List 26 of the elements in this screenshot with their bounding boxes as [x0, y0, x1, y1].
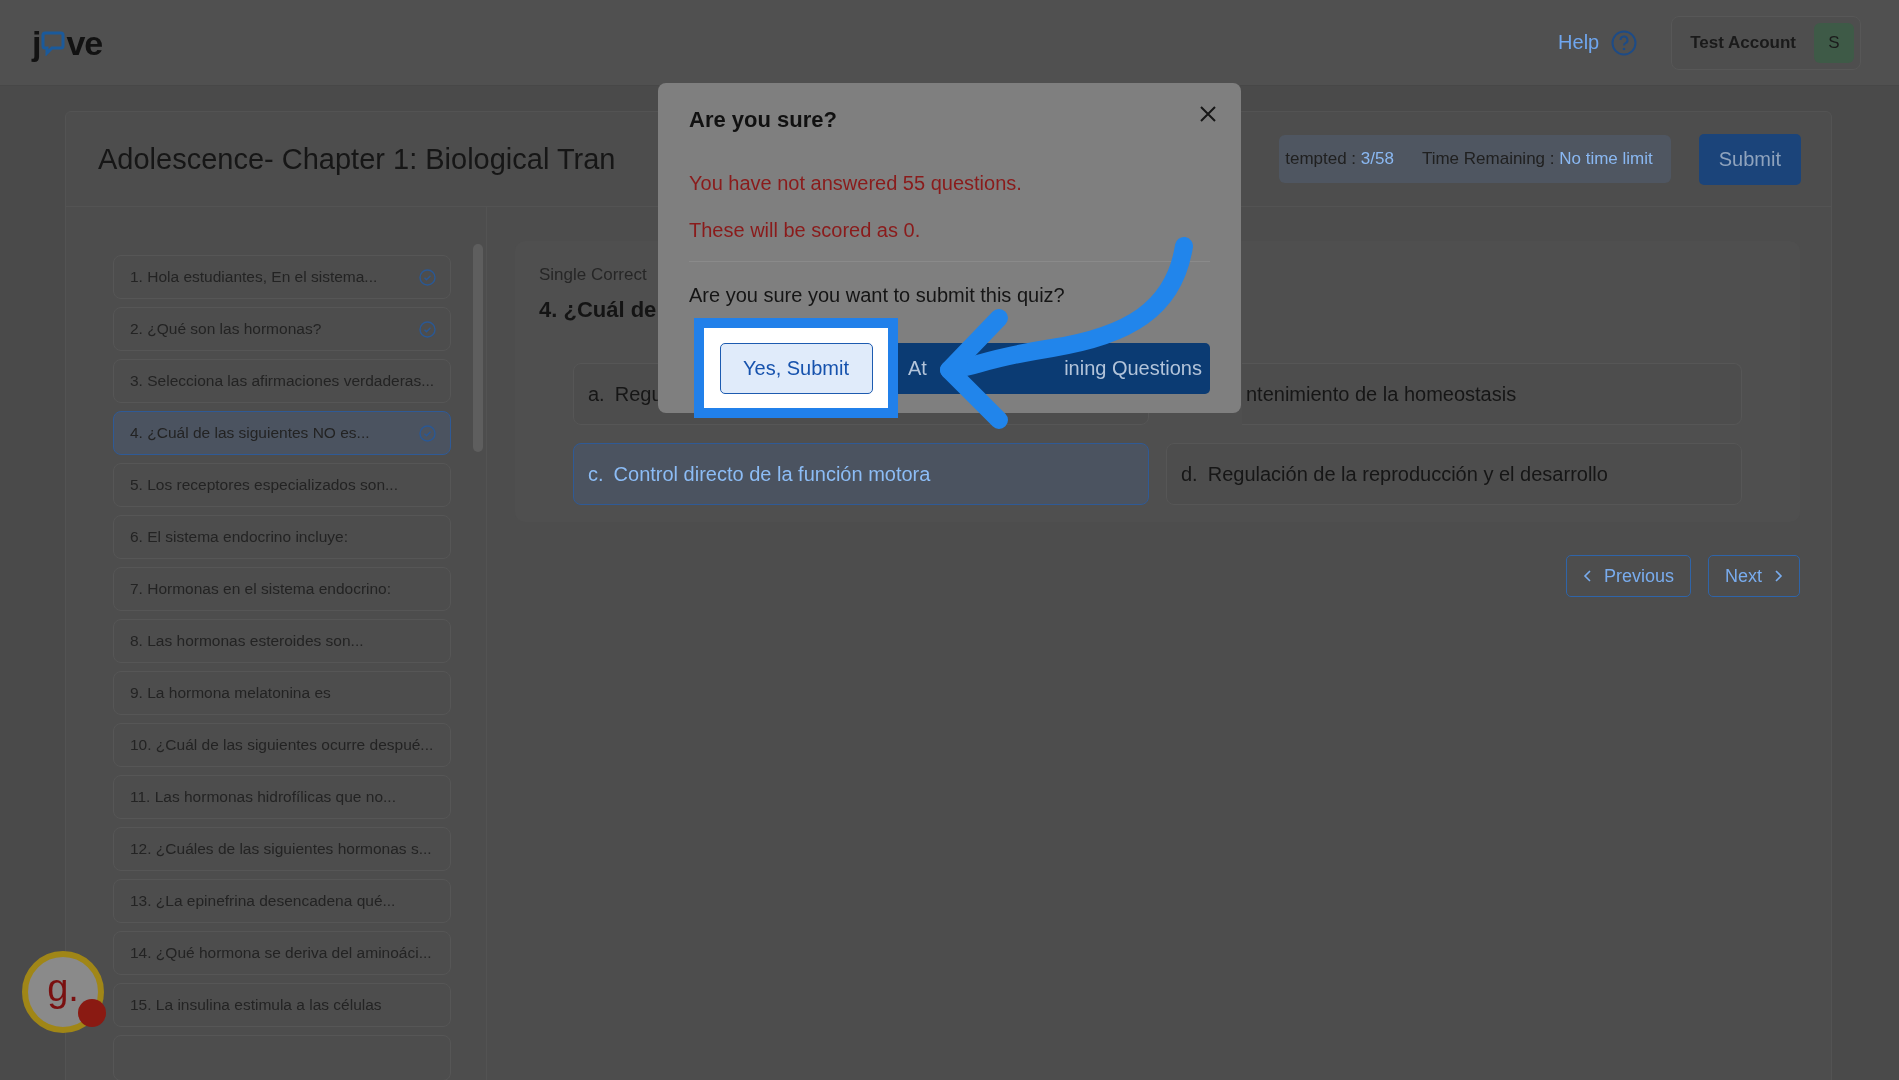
avatar: S	[1814, 22, 1854, 63]
question-item[interactable]: 4. ¿Cuál de las siguientes NO es...	[113, 411, 451, 455]
dialog-title: Are you sure?	[689, 106, 837, 134]
help-link[interactable]: Help	[1558, 29, 1638, 56]
submit-button[interactable]: Submit	[1698, 133, 1801, 185]
stat-label: Time Remaining :	[1421, 149, 1556, 168]
next-button[interactable]: Next	[1708, 555, 1800, 597]
option-letter: a.	[588, 382, 605, 406]
stat-label: tempted :	[1285, 149, 1358, 168]
option-text: Control directo de la función motora	[613, 462, 931, 486]
stat-value: 3/58	[1360, 149, 1394, 168]
option-letter: c.	[588, 462, 604, 486]
stat-value: No time limit	[1559, 149, 1653, 168]
chevron-icon	[1774, 570, 1783, 582]
previous-button[interactable]: Previous	[1565, 555, 1691, 597]
question-label: 4. ¿Cuál de las siguientes NO es...	[130, 424, 370, 442]
help-icon	[1611, 29, 1638, 56]
answer-option[interactable]: c. Control directo de la función motora	[573, 443, 1149, 505]
dialog-message: Are you sure you want to submit this quiz?	[689, 283, 1066, 308]
warning-text: These will be scored as 0.	[689, 218, 922, 243]
confirm-submit-button[interactable]: Yes, Submit	[719, 342, 873, 394]
question-title: 4. ¿Cuál de	[539, 297, 657, 323]
warning-text: You have not answered 55 questions.	[689, 171, 1023, 196]
close-icon	[1199, 105, 1217, 123]
logo[interactable]: j ve	[32, 25, 103, 60]
chevron-icon	[1582, 570, 1592, 582]
